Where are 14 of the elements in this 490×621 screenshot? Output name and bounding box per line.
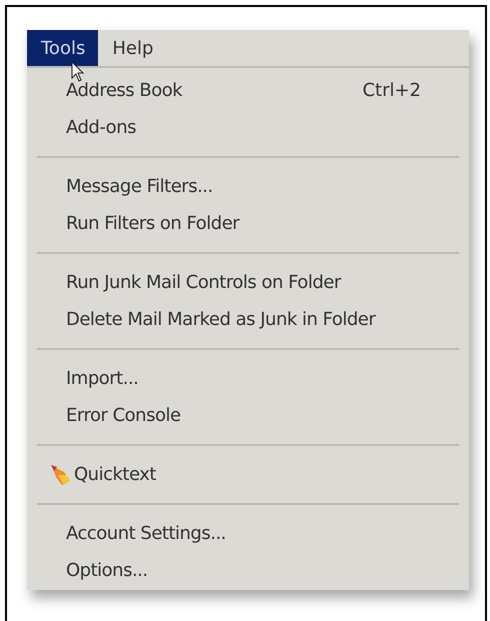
menu-item[interactable]: Error Console xyxy=(27,397,469,434)
menu-item[interactable]: Run Filters on Folder xyxy=(27,205,469,242)
menubar-item[interactable]: Tools xyxy=(27,30,98,66)
menu-item[interactable]: Account Settings... xyxy=(27,515,469,552)
menu-item[interactable]: Message Filters... xyxy=(27,168,469,205)
menu-item[interactable]: Quicktext xyxy=(27,456,469,493)
menu-item[interactable]: Delete Mail Marked as Junk in Folder xyxy=(27,301,469,338)
menu-item[interactable]: Run Junk Mail Controls on Folder xyxy=(27,264,469,301)
menu-item[interactable]: Add-ons xyxy=(27,109,469,146)
menu-item[interactable]: Import... xyxy=(27,360,469,397)
shortcut-label: Ctrl+2 xyxy=(362,79,421,103)
menubar-item[interactable]: Help xyxy=(98,30,166,66)
menu-item[interactable]: Options... xyxy=(27,552,469,589)
menu-item[interactable]: Address Book Ctrl+2 xyxy=(27,72,469,109)
